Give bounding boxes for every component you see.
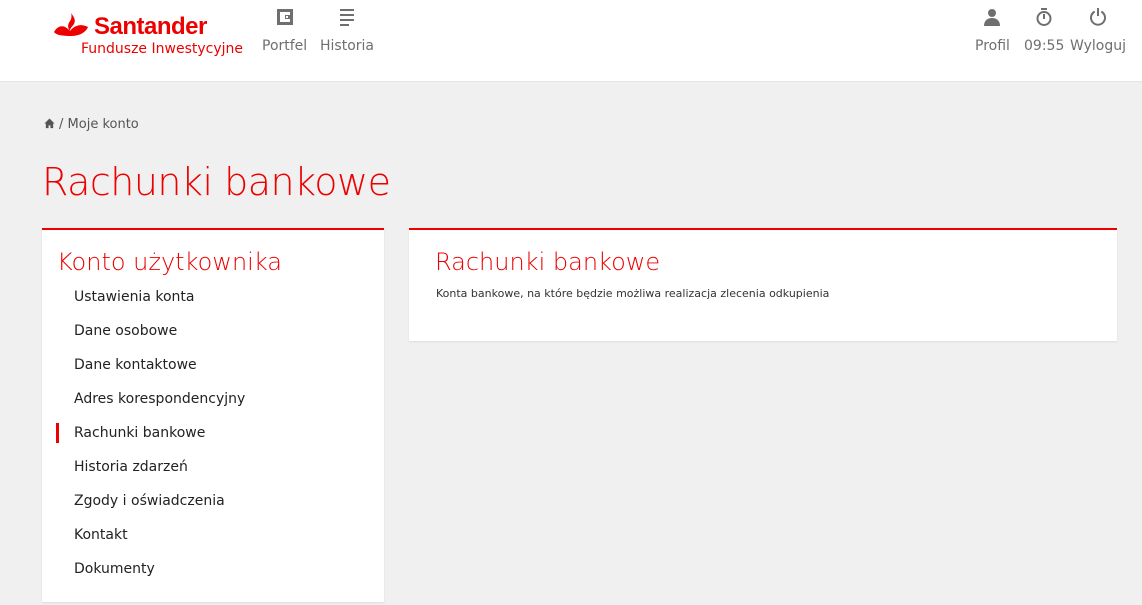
page-title: Rachunki bankowe xyxy=(42,160,391,204)
nav-profil-label: Profil xyxy=(975,38,1010,54)
brand-subtitle: Fundusze Inwestycyjne xyxy=(81,41,243,57)
sidebar-title: Konto użytkownika xyxy=(57,248,282,276)
power-icon xyxy=(1090,8,1106,26)
nav-profil[interactable]: Profil xyxy=(975,8,1010,54)
santander-logo[interactable]: Santander Fundusze Inwestycyjne xyxy=(52,12,252,62)
wallet-icon xyxy=(276,9,293,25)
home-icon[interactable] xyxy=(44,118,55,129)
sidebar-item-ustawienia-konta[interactable]: Ustawienia konta xyxy=(42,280,384,314)
sidebar-item-dane-kontaktowe[interactable]: Dane kontaktowe xyxy=(42,348,384,382)
breadcrumb-current: Moje konto xyxy=(67,117,139,132)
user-icon xyxy=(984,9,1001,26)
nav-wyloguj[interactable]: Wyloguj xyxy=(1070,8,1126,54)
session-timer: 09:55 xyxy=(1024,8,1064,54)
nav-wyloguj-label: Wyloguj xyxy=(1070,38,1126,54)
account-sidebar: Konto użytkownika Ustawienia konta Dane … xyxy=(42,228,384,602)
sidebar-menu: Ustawienia konta Dane osobowe Dane konta… xyxy=(42,280,384,586)
panel-title: Rachunki bankowe xyxy=(435,248,661,276)
sidebar-item-adres-korespondencyjny[interactable]: Adres korespondencyjny xyxy=(42,382,384,416)
breadcrumb-separator: / xyxy=(59,117,64,132)
nav-historia[interactable]: Historia xyxy=(320,8,374,54)
top-navigation-bar: Santander Fundusze Inwestycyjne Portfel … xyxy=(0,0,1142,82)
sidebar-item-dokumenty[interactable]: Dokumenty xyxy=(42,552,384,586)
list-icon xyxy=(340,9,354,26)
sidebar-item-dane-osobowe[interactable]: Dane osobowe xyxy=(42,314,384,348)
nav-portfel-label: Portfel xyxy=(262,38,308,54)
flame-icon xyxy=(54,13,88,36)
sidebar-item-rachunki-bankowe[interactable]: Rachunki bankowe xyxy=(42,416,384,450)
session-timer-label: 09:55 xyxy=(1024,38,1065,54)
sidebar-item-kontakt[interactable]: Kontakt xyxy=(42,518,384,552)
breadcrumb: / Moje konto xyxy=(44,116,139,134)
stopwatch-icon xyxy=(1036,8,1052,26)
brand-name: Santander xyxy=(94,13,207,40)
panel-description: Konta bankowe, na które będzie możliwa r… xyxy=(436,287,830,300)
nav-portfel[interactable]: Portfel xyxy=(262,8,307,54)
nav-historia-label: Historia xyxy=(320,38,374,54)
sidebar-item-zgody-i-oswiadczenia[interactable]: Zgody i oświadczenia xyxy=(42,484,384,518)
sidebar-item-historia-zdarzen[interactable]: Historia zdarzeń xyxy=(42,450,384,484)
bank-accounts-panel: Rachunki bankowe Konta bankowe, na które… xyxy=(409,228,1117,341)
